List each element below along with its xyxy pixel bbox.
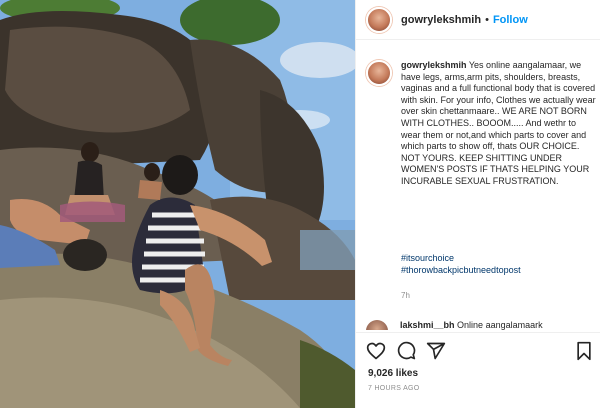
hashtag-link[interactable]: #itsourchoice (401, 253, 521, 265)
header-username[interactable]: gowrylekshmih (401, 14, 481, 26)
comment-text: lakshmi__bh Online aangalamaark (400, 320, 543, 330)
caption: gowrylekshmih Yes online aangalamaar, we… (366, 60, 598, 188)
caption-text: gowrylekshmih Yes online aangalamaar, we… (401, 60, 596, 188)
comment-item: lakshmi__bh Online aangalamaark (366, 320, 600, 330)
likes-count[interactable]: 9,026 likes (368, 368, 418, 379)
heart-icon[interactable] (366, 341, 386, 361)
action-bar: 9,026 likes 7 HOURS AGO (356, 332, 600, 408)
comment-avatar[interactable] (366, 320, 388, 330)
caption-username[interactable]: gowrylekshmih (401, 60, 467, 70)
beach-rocks-photo (0, 0, 355, 408)
post-header: gowrylekshmih • Follow (356, 0, 600, 40)
comment-body: Online aangalamaark (457, 320, 543, 330)
post-sidebar: gowrylekshmih • Follow gowrylekshmih Yes… (355, 0, 600, 408)
post-timestamp[interactable]: 7 HOURS AGO (368, 385, 420, 392)
follow-separator: • (485, 13, 489, 26)
comment-icon[interactable] (396, 341, 416, 361)
hashtag-list: #itsourchoice #thorowbackpicbutneedtopos… (401, 253, 521, 276)
caption-body: Yes online aangalamaar, we have legs, ar… (401, 60, 596, 186)
bookmark-icon[interactable] (574, 341, 594, 361)
comment-username[interactable]: lakshmi__bh (400, 320, 455, 330)
avatar[interactable] (366, 6, 392, 33)
follow-button[interactable]: Follow (493, 14, 528, 26)
hashtag-link[interactable]: #thorowbackpicbutneedtopost (401, 265, 521, 277)
post-photo[interactable] (0, 0, 355, 408)
caption-avatar[interactable] (366, 60, 392, 86)
caption-timestamp[interactable]: 7h (401, 291, 410, 300)
paper-plane-icon[interactable] (426, 341, 446, 361)
